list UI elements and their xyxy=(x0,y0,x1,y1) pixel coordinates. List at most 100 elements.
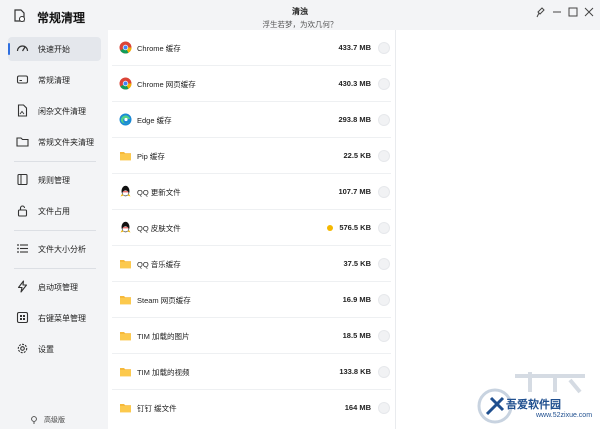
qq-icon xyxy=(120,221,131,233)
sidebar-item-quick-start[interactable]: 快速开始 xyxy=(8,37,101,61)
item-checkbox[interactable] xyxy=(378,402,390,414)
folder-icon xyxy=(120,260,131,269)
list-item[interactable]: 钉钉 缓文件 164 MB xyxy=(108,390,395,426)
app-logo-icon xyxy=(14,9,25,22)
window-title-block: 清浊 浮生若梦，为欢几何？ xyxy=(250,6,350,30)
watermark-text: 吾爱软件园 xyxy=(506,399,561,411)
item-checkbox[interactable] xyxy=(378,42,390,54)
sidebar-item-label: 文件占用 xyxy=(38,207,70,216)
list-item[interactable]: Pip 缓存 22.5 KB xyxy=(108,138,395,174)
item-name: TIM 加载的视频 xyxy=(137,368,190,377)
title-bar: 常规清理 清浊 浮生若梦，为欢几何？ xyxy=(0,0,600,34)
list-item[interactable]: QQ 皮肤文件 576.5 KB xyxy=(108,210,395,246)
list-item[interactable]: QQ 更新文件 107.7 MB xyxy=(108,174,395,210)
menu-grid-icon xyxy=(16,311,29,324)
item-size: 16.9 MB xyxy=(342,295,371,304)
app-title: 常规清理 xyxy=(37,11,86,25)
item-name: Chrome 缓存 xyxy=(137,44,181,53)
sidebar-item-label: 规则管理 xyxy=(38,176,70,185)
sidebar-item-label: 常规文件夹清理 xyxy=(38,138,94,147)
bulb-icon xyxy=(31,416,37,424)
edge-icon xyxy=(119,113,132,126)
folder-icon xyxy=(16,137,29,147)
folder-icon xyxy=(120,368,131,377)
item-name: TIM 加载的图片 xyxy=(137,332,190,341)
drive-icon xyxy=(16,75,29,84)
sidebar-item-label: 右键菜单管理 xyxy=(38,314,86,323)
divider xyxy=(14,230,96,231)
list-icon xyxy=(17,244,28,253)
sidebar-item-label: 设置 xyxy=(38,345,54,354)
sidebar-item-label: 文件大小分析 xyxy=(38,245,86,254)
item-checkbox[interactable] xyxy=(378,150,390,162)
list-item[interactable]: Chrome 缓存 433.7 MB xyxy=(108,30,395,66)
sidebar-item-misc-files[interactable]: 闲杂文件清理 xyxy=(8,99,101,123)
item-size: 293.8 MB xyxy=(338,115,371,124)
minimize-icon[interactable] xyxy=(551,6,563,18)
list-item[interactable]: TIM 加载的图片 18.5 MB xyxy=(108,318,395,354)
chrome-icon xyxy=(119,77,132,90)
active-indicator xyxy=(8,43,10,55)
item-checkbox[interactable] xyxy=(378,366,390,378)
item-size: 430.3 MB xyxy=(338,79,371,88)
list-item[interactable]: Edge 缓存 293.8 MB xyxy=(108,102,395,138)
item-size: 576.5 KB xyxy=(339,223,371,232)
bolt-icon xyxy=(17,280,28,293)
item-checkbox[interactable] xyxy=(378,294,390,306)
list-item[interactable]: QQ 音乐缓存 37.5 KB xyxy=(108,246,395,282)
sidebar-item-context-menu[interactable]: 右键菜单管理 xyxy=(8,306,101,330)
list-item[interactable]: Steam 网页缓存 16.9 MB xyxy=(108,282,395,318)
file-image-icon xyxy=(17,104,28,117)
list-item[interactable]: TIM 加载的视频 133.8 KB xyxy=(108,354,395,390)
item-size: 164 MB xyxy=(344,403,371,412)
window-title: 清浊 xyxy=(292,7,308,16)
item-size: 107.7 MB xyxy=(338,187,371,196)
divider xyxy=(14,268,96,269)
item-size: 37.5 KB xyxy=(343,259,371,268)
sidebar-item-rules[interactable]: 规则管理 xyxy=(8,168,101,192)
folder-icon xyxy=(120,332,131,341)
item-size: 433.7 MB xyxy=(338,43,371,52)
item-name: QQ 音乐缓存 xyxy=(137,260,181,269)
item-checkbox[interactable] xyxy=(378,78,390,90)
item-name: QQ 更新文件 xyxy=(137,188,181,197)
lock-icon xyxy=(17,205,28,217)
item-size: 133.8 KB xyxy=(339,367,371,376)
sidebar-item-folder-clean[interactable]: 常规文件夹清理 xyxy=(8,130,101,154)
sidebar-item-file-lock[interactable]: 文件占用 xyxy=(8,199,101,223)
item-name: QQ 皮肤文件 xyxy=(137,224,181,233)
item-size: 22.5 KB xyxy=(343,151,371,160)
folder-icon xyxy=(120,152,131,161)
watermark-url: www.52zixue.com xyxy=(536,412,593,419)
item-name: Steam 网页缓存 xyxy=(137,296,191,305)
clean-item-list: Chrome 缓存 433.7 MB Chrome 网页缓存 430.3 MB … xyxy=(108,30,395,429)
sidebar-item-startup[interactable]: 启动项管理 xyxy=(8,275,101,299)
sidebar-item-regular-clean[interactable]: 常规清理 xyxy=(8,68,101,92)
dingtalk-icon xyxy=(120,404,131,413)
sidebar-item-size-analysis[interactable]: 文件大小分析 xyxy=(8,237,101,261)
item-checkbox[interactable] xyxy=(378,186,390,198)
sidebar-item-label: 快速开始 xyxy=(38,45,70,54)
close-icon[interactable] xyxy=(583,6,595,18)
book-icon xyxy=(17,173,28,186)
gauge-icon xyxy=(16,45,29,52)
item-checkbox[interactable] xyxy=(378,222,390,234)
item-checkbox[interactable] xyxy=(378,114,390,126)
divider xyxy=(14,161,96,162)
sidebar-item-label: 启动项管理 xyxy=(38,283,78,292)
item-size: 18.5 MB xyxy=(342,331,371,340)
item-name: Chrome 网页缓存 xyxy=(137,80,196,89)
item-name: Edge 缓存 xyxy=(137,116,172,125)
item-checkbox[interactable] xyxy=(378,258,390,270)
sidebar-item-settings[interactable]: 设置 xyxy=(8,337,101,361)
maximize-icon[interactable] xyxy=(567,6,579,18)
item-name: 钉钉 缓文件 xyxy=(137,404,177,413)
pin-icon[interactable] xyxy=(534,6,546,18)
sidebar: 快速开始 常规清理 闲杂文件清理 常规文件夹清理 规则管理 文件占用 文件大小分… xyxy=(0,34,106,429)
gear-icon xyxy=(17,343,28,354)
chrome-icon xyxy=(119,41,132,54)
version-label: 高级版 xyxy=(30,415,65,425)
item-checkbox[interactable] xyxy=(378,330,390,342)
list-item[interactable]: Chrome 网页缓存 430.3 MB xyxy=(108,66,395,102)
folder-icon xyxy=(120,296,131,305)
